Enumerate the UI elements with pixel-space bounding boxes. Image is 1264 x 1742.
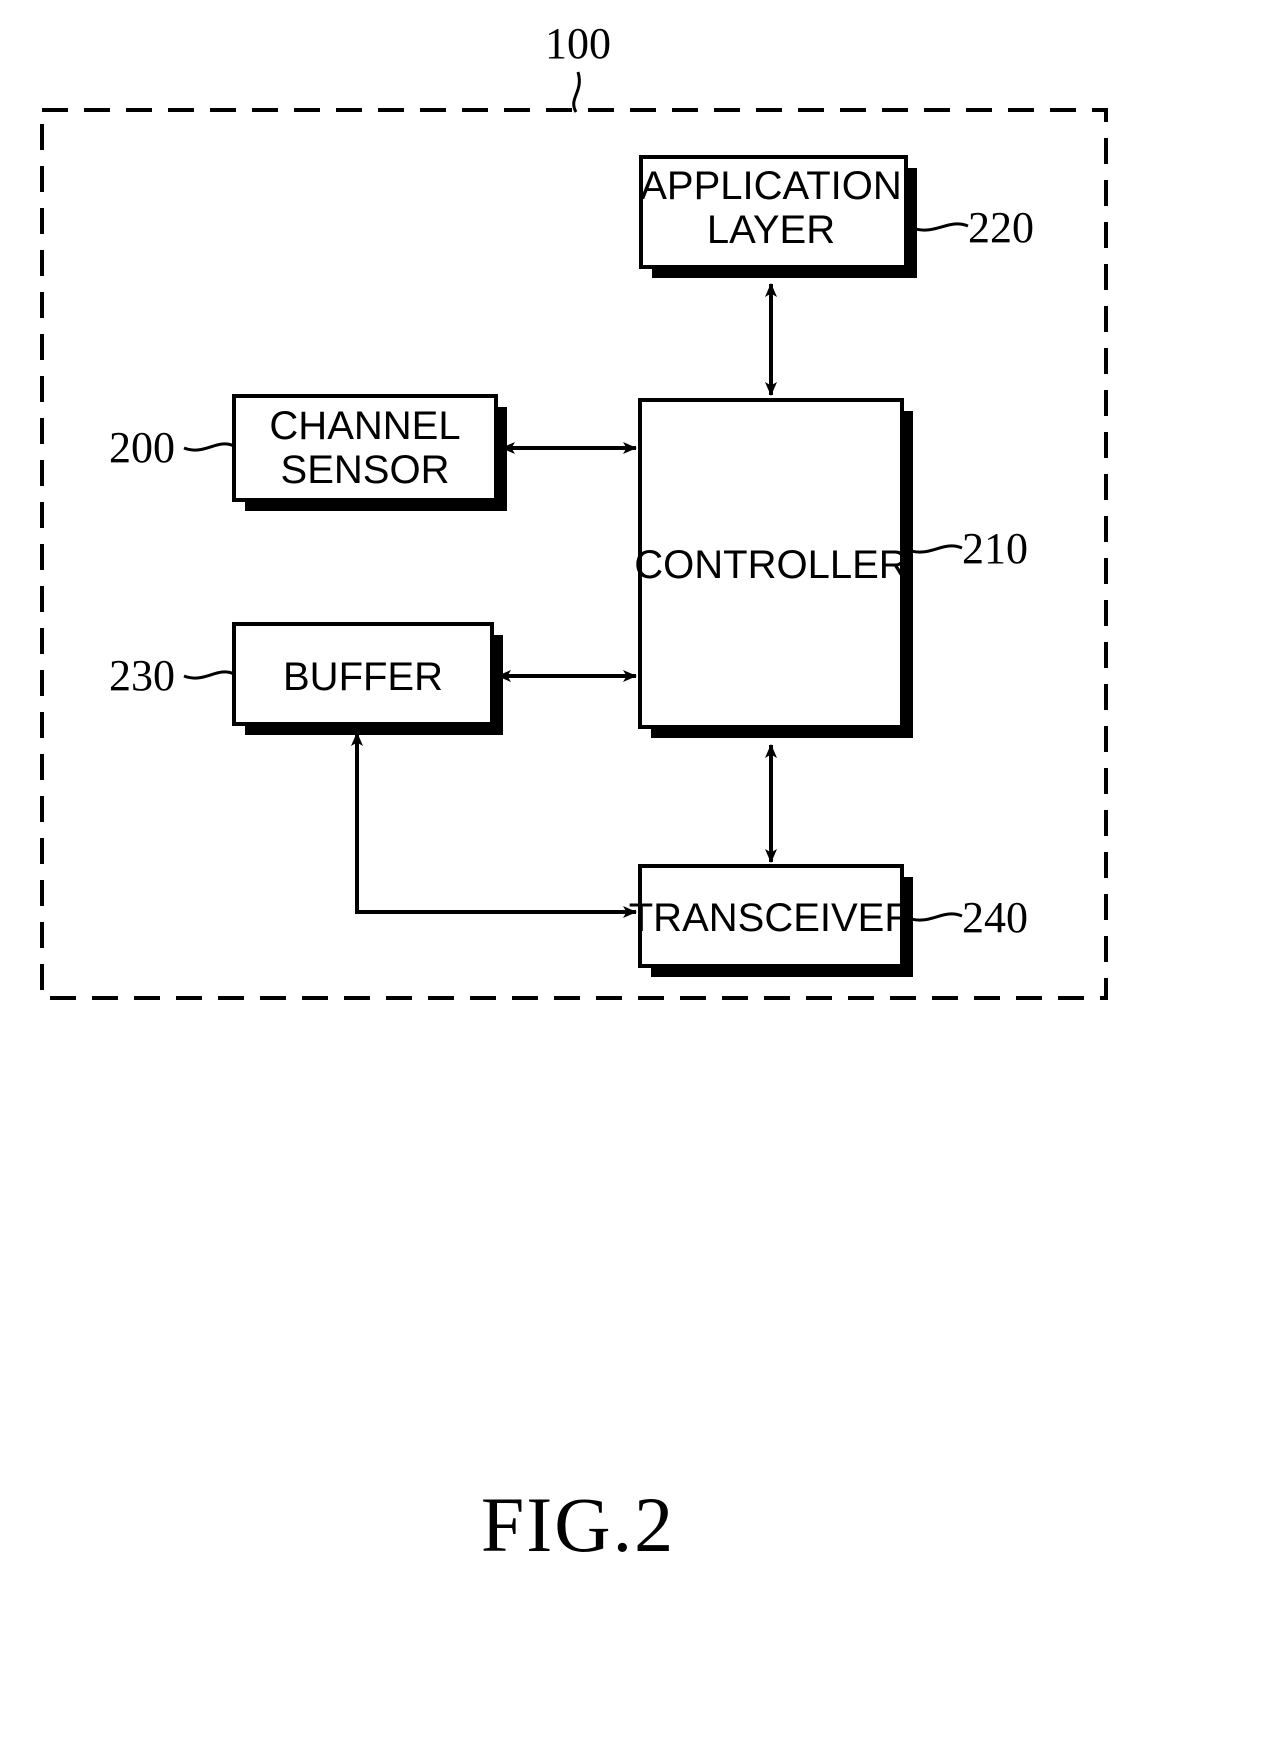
buffer-label: BUFFER — [283, 655, 443, 699]
application-layer-label-line2: LAYER — [707, 208, 835, 252]
application-layer-ref: 220 — [968, 203, 1034, 252]
application-layer-label-line1: APPLICATION — [640, 164, 902, 208]
figure-caption: FIG.2 — [481, 1481, 675, 1568]
controller-ref: 210 — [962, 524, 1028, 573]
channel-sensor-ref: 200 — [109, 423, 175, 472]
controller-label: CONTROLLER — [634, 543, 907, 587]
patent-figure-page: APPLICATION LAYER 220 CHANNEL SENSOR 200… — [0, 0, 1264, 1742]
system-boundary — [40, 108, 1108, 1000]
figure-canvas: APPLICATION LAYER 220 CHANNEL SENSOR 200… — [40, 19, 1108, 1568]
connector-transceiver-buffer — [351, 732, 637, 918]
transceiver-ref: 240 — [962, 893, 1028, 942]
system-ref-leader — [572, 71, 581, 113]
system-ref: 100 — [545, 19, 611, 68]
buffer-ref: 230 — [109, 651, 175, 700]
buffer-ref-leader — [183, 670, 235, 680]
transceiver-ref-leader — [907, 912, 963, 922]
channel-sensor-ref-leader — [183, 442, 235, 452]
controller-ref-leader — [907, 544, 963, 554]
transceiver-label: TRANSCEIVER — [629, 896, 914, 940]
application-layer-ref-leader — [911, 222, 969, 232]
channel-sensor-label-line1: CHANNEL — [269, 404, 460, 448]
channel-sensor-label-line2: SENSOR — [281, 448, 450, 492]
